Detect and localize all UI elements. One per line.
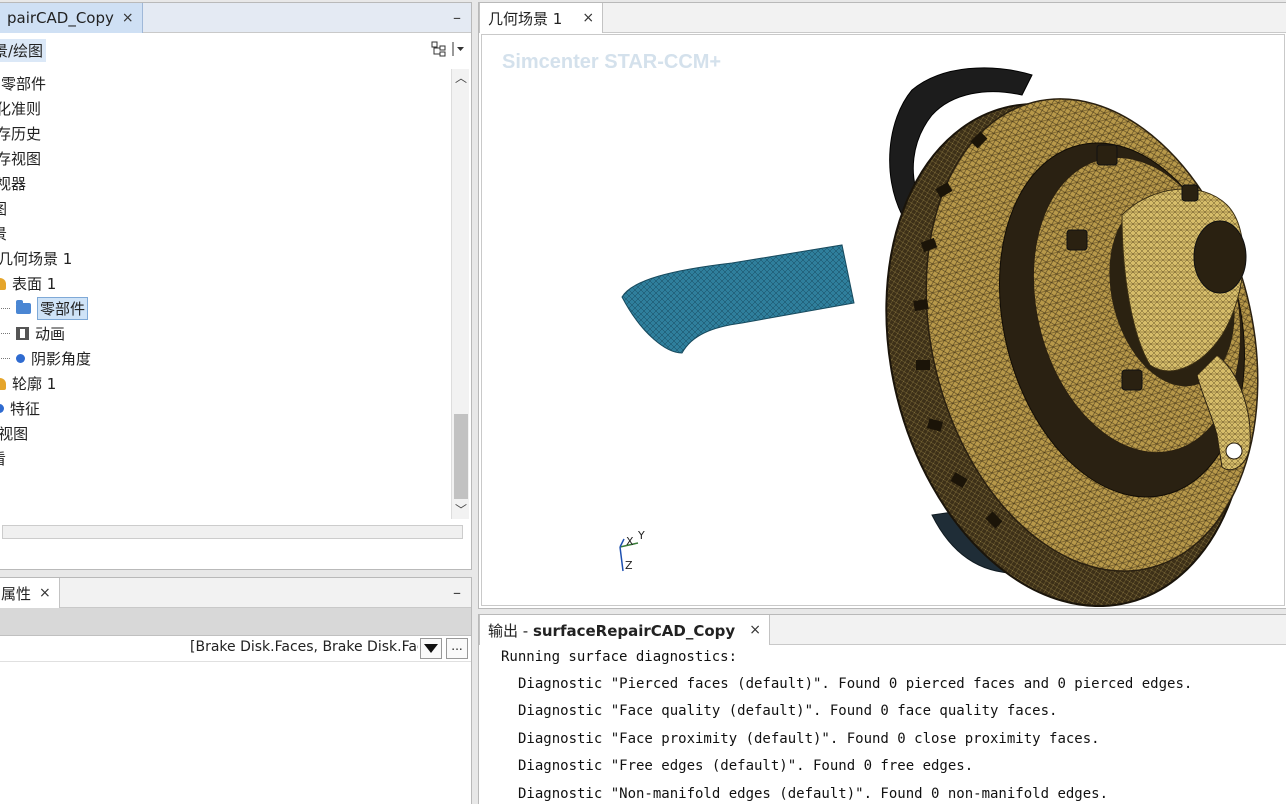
tree-item-label: 特征 <box>10 400 41 418</box>
simulation-tree-panel: pairCAD_Copy × – 景/绘图 :零部件 化准则 存历史 存视图 视… <box>0 2 472 570</box>
tab-output-name: surfaceRepairCAD_Copy <box>532 621 736 640</box>
tree-item-animation[interactable]: 动画 <box>0 321 65 346</box>
half-dot-icon <box>0 404 4 413</box>
tree-item-surface-1[interactable]: 表面 1 <box>0 271 56 296</box>
tree-item[interactable]: 景 <box>0 221 7 246</box>
tab-geometry-scene[interactable]: 几何场景 1 × <box>479 3 604 33</box>
output-panel: 输出 - surfaceRepairCAD_Copy × Running sur… <box>478 614 1286 804</box>
output-line: Running surface diagnostics: <box>501 649 738 665</box>
tree-item-label: 几何场景 1 <box>0 250 73 268</box>
tree-layout-icon[interactable] <box>431 41 447 57</box>
tree-item-label: 表面 1 <box>12 275 57 293</box>
props-header-band <box>0 608 471 636</box>
output-line: Diagnostic "Non-manifold edges (default)… <box>518 786 1109 802</box>
axis-z-label: Z <box>625 559 633 572</box>
props-row-parts: [Brake Disk.Faces, Brake Disk.Faces 2] .… <box>0 636 471 662</box>
tree-item-label: 视器 <box>0 175 27 193</box>
tree-item-label: 存历史 <box>0 125 42 143</box>
properties-panel: 属性 × – [Brake Disk.Faces, Brake Disk.Fac… <box>0 577 472 804</box>
output-tabstrip: 输出 - surfaceRepairCAD_Copy × <box>479 615 1286 645</box>
tree-connector <box>0 308 10 309</box>
minimize-icon[interactable]: – <box>448 8 466 27</box>
tree-horizontal-scrollbar[interactable] <box>2 525 463 539</box>
folder-icon <box>16 300 31 314</box>
hub-cap <box>1193 220 1247 294</box>
tree-tabstrip: pairCAD_Copy × – <box>0 3 471 33</box>
close-icon[interactable]: × <box>749 622 761 638</box>
tab-output[interactable]: 输出 - surfaceRepairCAD_Copy × <box>479 615 770 645</box>
tree-item-label: 轮廓 1 <box>12 375 57 393</box>
scroll-thumb[interactable] <box>454 414 468 499</box>
output-line: Diagnostic "Pierced faces (default)". Fo… <box>518 676 1193 692</box>
tree-toolbar <box>431 41 465 57</box>
tree-item[interactable]: 看 <box>0 446 6 471</box>
tree-item[interactable]: 存历史 <box>0 121 41 146</box>
props-tabstrip: 属性 × – <box>0 578 471 608</box>
tab-simulation-label: pairCAD_Copy <box>7 9 114 27</box>
tree-item-label: 零部件 <box>37 297 89 320</box>
tree-item-outline-1[interactable]: 轮廓 1 <box>0 371 56 396</box>
output-line: Diagnostic "Face proximity (default)". F… <box>518 731 1100 747</box>
tree-item[interactable]: 图 <box>0 196 7 221</box>
film-icon <box>16 327 29 340</box>
scroll-up-icon[interactable]: ︿ <box>452 69 470 87</box>
axis-y-label: Y <box>638 529 645 542</box>
close-icon[interactable]: × <box>39 585 51 601</box>
bell-icon <box>0 277 6 290</box>
output-log[interactable]: Running surface diagnostics: Diagnostic … <box>479 646 1286 804</box>
scene-tabstrip: 几何场景 1 × <box>479 3 1286 33</box>
tree-item-label: 图 <box>0 198 7 219</box>
tab-simulation[interactable]: pairCAD_Copy × <box>0 3 143 33</box>
tree-item-label: 景 <box>0 223 7 244</box>
tree-connector <box>0 358 10 359</box>
dot-icon <box>16 354 25 363</box>
tree-item[interactable]: 存视图 <box>0 146 41 171</box>
close-icon[interactable]: × <box>122 10 134 26</box>
tab-properties-label: 属性 <box>1 584 32 603</box>
tree-item-label: :零部件 <box>0 75 47 93</box>
close-icon[interactable]: × <box>582 10 594 26</box>
tree-item-label: 动画 <box>35 325 66 343</box>
tree-item[interactable]: :零部件 <box>0 71 46 96</box>
tree-menu-icon[interactable] <box>451 41 465 57</box>
parts-value[interactable]: [Brake Disk.Faces, Brake Disk.Faces 2] <box>190 639 418 655</box>
axis-triad: X Y Z <box>612 529 652 580</box>
more-button[interactable]: ... <box>446 638 468 659</box>
bell-icon <box>0 377 6 390</box>
scene-panel: 几何场景 1 × Simcenter STAR-CCM+ X Y Z <box>478 2 1286 609</box>
tab-output-label: 输出 - surfaceRepairCAD_Copy <box>488 620 735 641</box>
output-line: Diagnostic "Face quality (default)". Fou… <box>518 703 1058 719</box>
minimize-icon[interactable]: – <box>448 583 466 602</box>
tree-item-shading-angle[interactable]: 阴影角度 <box>0 346 91 371</box>
tree-root-label[interactable]: 景/绘图 <box>0 38 47 62</box>
tree-item-label: 化准则 <box>0 100 42 118</box>
tree-connector <box>0 333 10 334</box>
tree-item[interactable]: 视器 <box>0 171 26 196</box>
tab-geometry-scene-label: 几何场景 1 <box>488 9 563 28</box>
tree-item-features[interactable]: 特征 <box>0 396 40 421</box>
tree-item-label: 看 <box>0 448 6 469</box>
tree-item[interactable]: 化准则 <box>0 96 41 121</box>
tree-item-label: 阴影角度 <box>31 350 92 368</box>
tree-header: 景/绘图 <box>0 35 471 65</box>
knuckle-arm <box>621 244 855 354</box>
brake-assembly-render <box>621 67 1259 607</box>
output-line: Diagnostic "Free edges (default)". Found… <box>518 758 974 774</box>
tab-properties[interactable]: 属性 × <box>0 578 60 608</box>
tab-output-prefix: 输出 - <box>488 621 533 640</box>
tree-item[interactable]: i视图 <box>0 421 28 446</box>
filter-icon[interactable] <box>420 638 442 659</box>
tree-item-label: i视图 <box>0 425 29 443</box>
tree-item-geometry-scene[interactable]: 几何场景 1 <box>0 246 72 271</box>
axis-x-label: X <box>626 535 634 548</box>
tree-item-parts[interactable]: 零部件 <box>0 296 89 321</box>
scene-viewport[interactable]: Simcenter STAR-CCM+ X Y Z <box>481 34 1285 607</box>
tree-vertical-scrollbar[interactable]: ︿ ﹀ <box>451 69 469 519</box>
tree-item-label: 存视图 <box>0 150 42 168</box>
scroll-down-icon[interactable]: ﹀ <box>452 501 470 519</box>
